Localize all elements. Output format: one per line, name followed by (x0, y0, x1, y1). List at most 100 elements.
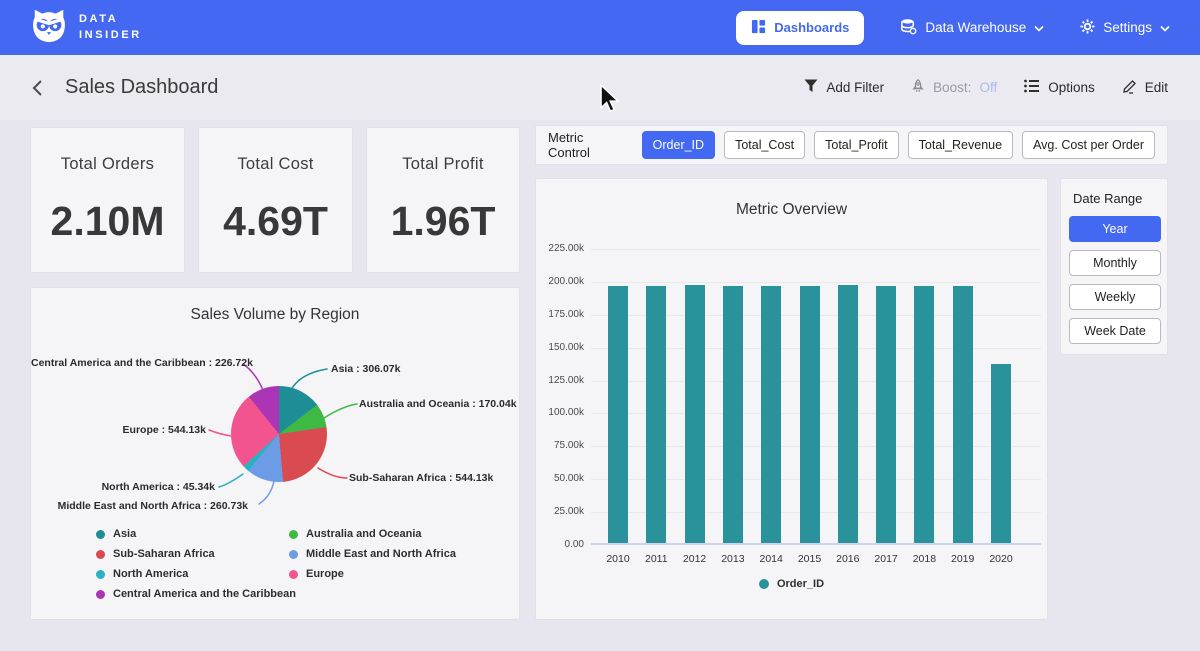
legend-dot (289, 550, 298, 559)
bar-2019[interactable] (953, 286, 973, 543)
date-range-monthly-button[interactable]: Monthly (1069, 250, 1161, 276)
bar-2015[interactable] (800, 286, 820, 543)
bar-2014[interactable] (761, 286, 781, 543)
chevron-down-icon (1034, 20, 1044, 35)
gridline (591, 282, 1041, 283)
legend-dot (96, 530, 105, 539)
pie-label-middle-east-north-africa: Middle East and North Africa : 260.73k (31, 500, 248, 512)
legend-item[interactable]: Asia (96, 528, 296, 540)
chevron-down-icon (1160, 20, 1170, 35)
nav-settings[interactable]: Settings (1080, 19, 1170, 37)
pie-label-europe: Europe : 544.13k (31, 424, 206, 436)
legend-label: Middle East and North Africa (306, 548, 456, 560)
pie-label-sub-saharan-africa: Sub-Saharan Africa : 544.13k (349, 472, 493, 484)
metric-control-bar: Metric Control Order_ID Total_Cost Total… (535, 125, 1168, 165)
metric-button-total-cost[interactable]: Total_Cost (724, 131, 805, 159)
pie-label-central-america-caribbean: Central America and the Caribbean : 226.… (31, 357, 241, 369)
boost-value: Off (979, 80, 997, 95)
brand-name: DATA INSIDER (79, 12, 142, 44)
legend-label: Central America and the Caribbean (113, 588, 296, 600)
bar-2020[interactable] (991, 364, 1011, 543)
database-icon (900, 18, 917, 38)
legend-label: Australia and Oceania (306, 528, 422, 540)
add-filter-button[interactable]: Add Filter (804, 79, 884, 96)
pie-legend-column-2: Australia and Oceania Middle East and No… (289, 528, 456, 588)
kpi-value: 4.69T (223, 198, 328, 245)
pie-label-australia-oceania: Australia and Oceania : 170.04k (359, 398, 517, 410)
date-range-weekly-button[interactable]: Weekly (1069, 284, 1161, 310)
options-button[interactable]: Options (1024, 79, 1095, 96)
date-range-panel: Date Range Year Monthly Weekly Week Date (1060, 178, 1168, 355)
x-axis-tick: 2020 (981, 553, 1021, 565)
x-axis-tick: 2016 (828, 553, 868, 565)
legend-dot (96, 570, 105, 579)
legend-item[interactable]: Central America and the Caribbean (96, 588, 296, 600)
x-axis-tick: 2011 (636, 553, 676, 565)
bar-2018[interactable] (914, 286, 934, 543)
legend-label: North America (113, 568, 188, 580)
gear-icon (1080, 19, 1095, 37)
legend-label: Europe (306, 568, 344, 580)
x-axis-tick: 2017 (866, 553, 906, 565)
bar-2017[interactable] (876, 286, 896, 543)
bar-2016[interactable] (838, 285, 858, 543)
legend-dot (96, 550, 105, 559)
legend-label: Order_ID (777, 578, 824, 590)
kpi-card-total-profit: Total Profit 1.96T (366, 127, 520, 273)
boost-label: Boost: (933, 80, 971, 95)
back-button[interactable] (32, 79, 43, 97)
y-axis-tick: 150.00k (536, 342, 584, 353)
x-axis-tick: 2013 (713, 553, 753, 565)
bar-chart-plot (591, 249, 1041, 545)
date-range-week-date-button[interactable]: Week Date (1069, 318, 1161, 344)
bar-2010[interactable] (608, 286, 628, 543)
y-axis-tick: 50.00k (536, 473, 584, 484)
pie-label-asia: Asia : 306.07k (331, 363, 400, 375)
y-axis-tick: 75.00k (536, 440, 584, 451)
nav-dashboards-label: Dashboards (774, 20, 849, 35)
metric-button-total-revenue[interactable]: Total_Revenue (908, 131, 1013, 159)
edit-button[interactable]: Edit (1122, 79, 1168, 97)
options-label: Options (1048, 80, 1095, 95)
y-axis-tick: 25.00k (536, 506, 584, 517)
brand-logo[interactable]: DATA INSIDER (30, 6, 142, 49)
y-axis-tick: 100.00k (536, 407, 584, 418)
boost-toggle[interactable]: Boost: Off (911, 79, 997, 97)
bar-2011[interactable] (646, 286, 666, 543)
top-navbar: DATA INSIDER Dashboards (0, 0, 1200, 55)
legend-label: Asia (113, 528, 136, 540)
page-header: Sales Dashboard Add Filter Boost: Off (0, 55, 1200, 120)
legend-dot (759, 579, 769, 589)
x-axis-tick: 2012 (675, 553, 715, 565)
kpi-value: 2.10M (51, 198, 165, 245)
nav-data-warehouse[interactable]: Data Warehouse (900, 18, 1044, 38)
legend-dot (289, 530, 298, 539)
date-range-year-button[interactable]: Year (1069, 216, 1161, 242)
legend-item[interactable]: Middle East and North Africa (289, 548, 456, 560)
pencil-icon (1122, 79, 1137, 97)
bar-2013[interactable] (723, 286, 743, 543)
kpi-card-total-cost: Total Cost 4.69T (198, 127, 353, 273)
legend-item[interactable]: North America (96, 568, 296, 580)
edit-label: Edit (1145, 80, 1168, 95)
bar-2012[interactable] (685, 285, 705, 543)
x-axis-tick: 2018 (904, 553, 944, 565)
legend-item[interactable]: Europe (289, 568, 456, 580)
legend-item[interactable]: Australia and Oceania (289, 528, 456, 540)
nav-data-warehouse-label: Data Warehouse (925, 20, 1026, 35)
pie[interactable] (231, 386, 327, 482)
metric-button-avg-cost-per-order[interactable]: Avg. Cost per Order (1022, 131, 1155, 159)
kpi-card-total-orders: Total Orders 2.10M (30, 127, 185, 273)
metric-button-total-profit[interactable]: Total_Profit (814, 131, 899, 159)
metric-button-order-id[interactable]: Order_ID (642, 131, 715, 159)
bar-chart-title: Metric Overview (536, 201, 1047, 219)
y-axis-tick: 125.00k (536, 375, 584, 386)
legend-dot (96, 590, 105, 599)
dashboards-grid-icon (751, 19, 766, 37)
legend-item[interactable]: Sub-Saharan Africa (96, 548, 296, 560)
bar-chart-legend[interactable]: Order_ID (536, 578, 1047, 590)
rocket-icon (911, 79, 925, 97)
y-axis-tick: 200.00k (536, 276, 584, 287)
nav-dashboards-button[interactable]: Dashboards (736, 11, 864, 45)
x-axis-tick: 2015 (790, 553, 830, 565)
